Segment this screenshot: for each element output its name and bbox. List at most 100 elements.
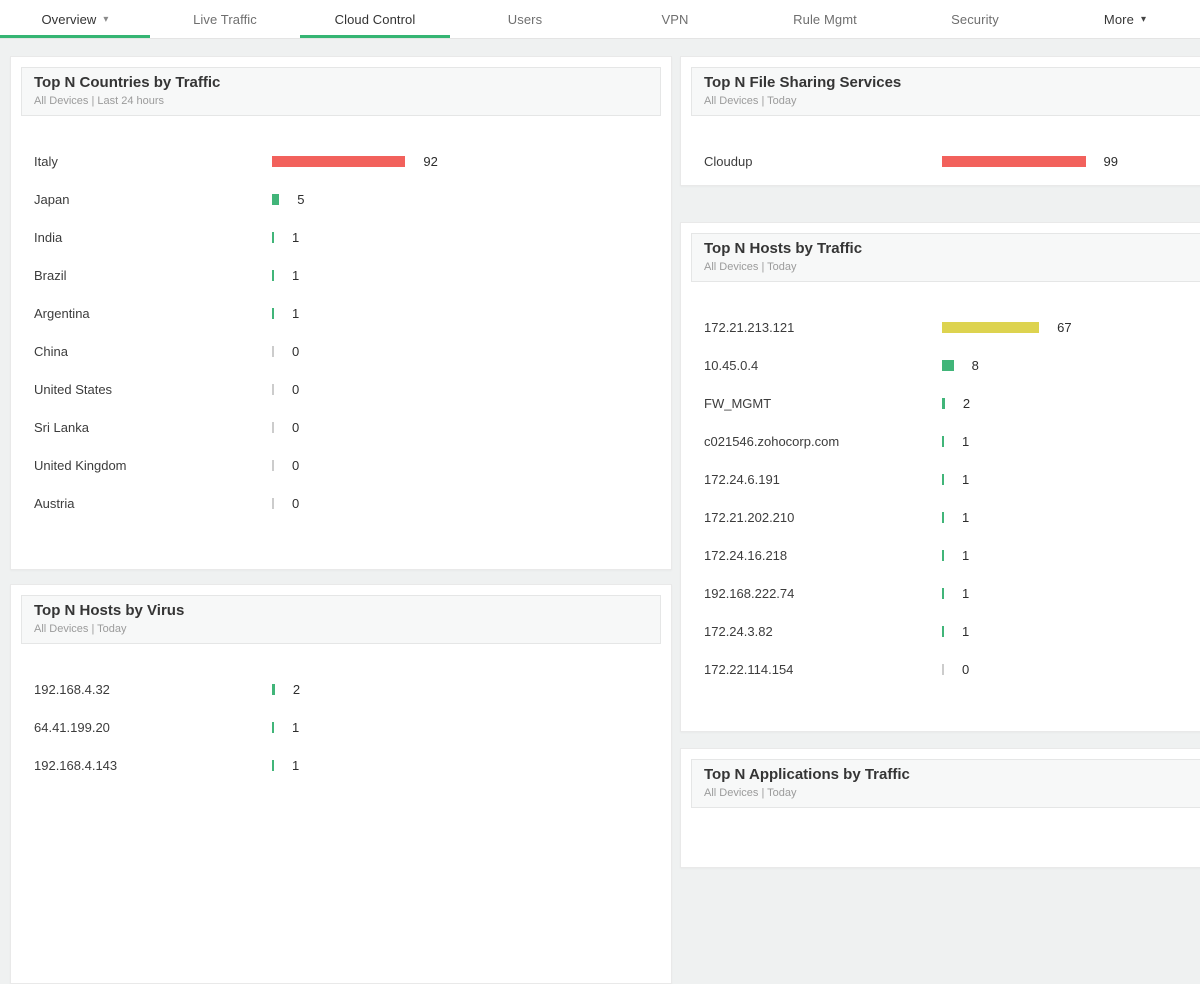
card-title: Top N Countries by Traffic bbox=[34, 74, 221, 91]
row-label: Italy bbox=[34, 153, 58, 169]
chart-row[interactable]: 64.41.199.20 1 bbox=[11, 708, 671, 746]
row-value: 5 bbox=[297, 191, 305, 207]
host-traffic-bar-list: 172.21.213.121 67 10.45.0.4 8 FW_MGMT 2 bbox=[681, 292, 1200, 688]
nav-tab-label: Security bbox=[951, 11, 999, 27]
card-subtitle: All Devices | Today bbox=[704, 261, 797, 273]
chart-row[interactable]: c021546.zohocorp.com 1 bbox=[681, 422, 1200, 460]
bar[interactable] bbox=[272, 155, 406, 167]
chart-row[interactable]: Austria 0 bbox=[11, 484, 671, 522]
row-value: 1 bbox=[962, 433, 970, 449]
chart-row[interactable]: 192.168.4.32 2 bbox=[11, 670, 671, 708]
chart-row[interactable]: United States 0 bbox=[11, 370, 671, 408]
bar[interactable] bbox=[942, 511, 944, 523]
chart-row[interactable]: United Kingdom 0 bbox=[11, 446, 671, 484]
bar[interactable] bbox=[272, 683, 275, 695]
row-value: 1 bbox=[292, 229, 300, 245]
top-navigation: Overview ▾ Live Traffic Cloud Control Us… bbox=[0, 0, 1200, 39]
bar[interactable] bbox=[272, 383, 274, 395]
chart-row[interactable]: Brazil 1 bbox=[11, 256, 671, 294]
bar[interactable] bbox=[942, 321, 1040, 333]
card-top-hosts-by-traffic: Top N Hosts by Traffic All Devices | Tod… bbox=[680, 222, 1200, 732]
row-label: China bbox=[34, 343, 68, 359]
bar[interactable] bbox=[942, 625, 944, 637]
row-label: 10.45.0.4 bbox=[704, 357, 759, 373]
chart-row[interactable]: Argentina 1 bbox=[11, 294, 671, 332]
bar[interactable] bbox=[942, 155, 1086, 167]
row-value: 0 bbox=[292, 457, 300, 473]
chart-row[interactable]: Japan 5 bbox=[11, 180, 671, 218]
row-value: 1 bbox=[962, 547, 970, 563]
file-sharing-bar-list: Cloudup 99 Offcloud 0 bbox=[681, 126, 1200, 185]
card-header: Top N File Sharing Services All Devices … bbox=[691, 67, 1200, 116]
chart-row[interactable]: 172.24.16.218 1 bbox=[681, 536, 1200, 574]
bar[interactable] bbox=[272, 497, 274, 509]
row-label: 172.22.114.154 bbox=[704, 661, 794, 677]
chart-row[interactable]: 172.21.202.210 1 bbox=[681, 498, 1200, 536]
bar[interactable] bbox=[272, 721, 274, 733]
bar[interactable] bbox=[942, 397, 945, 409]
row-value: 1 bbox=[962, 623, 970, 639]
nav-tab[interactable]: Overview ▾ bbox=[0, 0, 150, 38]
bar[interactable] bbox=[272, 459, 274, 471]
chart-row[interactable]: 172.22.114.154 0 bbox=[681, 650, 1200, 688]
bar[interactable] bbox=[942, 435, 944, 447]
row-label: Austria bbox=[34, 495, 75, 511]
row-label: Japan bbox=[34, 191, 70, 207]
card-subtitle: All Devices | Today bbox=[34, 623, 127, 635]
bar[interactable] bbox=[272, 759, 274, 771]
nav-tab[interactable]: Security bbox=[900, 0, 1050, 38]
chart-row[interactable]: 172.24.6.191 1 bbox=[681, 460, 1200, 498]
row-value: 1 bbox=[292, 757, 300, 773]
chart-row[interactable]: 10.45.0.4 8 bbox=[681, 346, 1200, 384]
chart-row[interactable]: 172.21.213.121 67 bbox=[681, 308, 1200, 346]
row-value: 92 bbox=[423, 153, 438, 169]
row-label: 192.168.4.143 bbox=[34, 757, 118, 773]
chart-row[interactable]: FW_MGMT 2 bbox=[681, 384, 1200, 422]
bar[interactable] bbox=[272, 269, 274, 281]
card-top-countries-by-traffic: Top N Countries by Traffic All Devices |… bbox=[10, 56, 672, 570]
nav-tab[interactable]: More ▾ bbox=[1050, 0, 1200, 38]
row-label: Cloudup bbox=[704, 153, 753, 169]
chart-row[interactable]: Sri Lanka 0 bbox=[11, 408, 671, 446]
row-value: 1 bbox=[292, 305, 300, 321]
bar[interactable] bbox=[942, 663, 944, 675]
bar[interactable] bbox=[272, 193, 280, 205]
chevron-down-icon: ▾ bbox=[1140, 13, 1147, 25]
bar[interactable] bbox=[272, 307, 274, 319]
row-label: 172.24.16.218 bbox=[704, 547, 788, 563]
card-top-applications-by-traffic: Top N Applications by Traffic All Device… bbox=[680, 748, 1200, 868]
chart-row[interactable]: Cloudup 99 bbox=[681, 142, 1200, 180]
row-label: 64.41.199.20 bbox=[34, 719, 110, 735]
card-header: Top N Hosts by Traffic All Devices | Tod… bbox=[691, 233, 1200, 282]
chart-row[interactable]: China 0 bbox=[11, 332, 671, 370]
bar[interactable] bbox=[272, 421, 274, 433]
nav-tab[interactable]: VPN bbox=[600, 0, 750, 38]
nav-tab[interactable]: Cloud Control bbox=[300, 0, 450, 38]
nav-tab[interactable]: Rule Mgmt bbox=[750, 0, 900, 38]
bar[interactable] bbox=[942, 587, 944, 599]
chart-row[interactable]: India 1 bbox=[11, 218, 671, 256]
chart-row[interactable]: Italy 92 bbox=[11, 142, 671, 180]
bar[interactable] bbox=[942, 549, 944, 561]
bar[interactable] bbox=[942, 473, 944, 485]
nav-tab[interactable]: Users bbox=[450, 0, 600, 38]
bar[interactable] bbox=[272, 231, 274, 243]
country-bar-list: Italy 92 Japan 5 India 1 Brazil 1 Argent… bbox=[11, 126, 671, 522]
bar[interactable] bbox=[272, 345, 274, 357]
nav-tab[interactable]: Live Traffic bbox=[150, 0, 300, 38]
row-value: 1 bbox=[292, 719, 300, 735]
nav-tab-label: Cloud Control bbox=[334, 11, 416, 27]
chart-row[interactable]: 192.168.222.74 1 bbox=[681, 574, 1200, 612]
row-value: 0 bbox=[292, 381, 300, 397]
card-header: Top N Countries by Traffic All Devices |… bbox=[21, 67, 661, 116]
nav-tab-label: Overview bbox=[41, 11, 97, 27]
row-label: 172.24.3.82 bbox=[704, 623, 773, 639]
chart-row[interactable]: Offcloud 0 bbox=[681, 180, 1200, 185]
card-top-hosts-by-virus: Top N Hosts by Virus All Devices | Today… bbox=[10, 584, 672, 984]
left-column: Top N Countries by Traffic All Devices |… bbox=[10, 56, 672, 984]
card-header: Top N Hosts by Virus All Devices | Today bbox=[21, 595, 661, 644]
row-label: Sri Lanka bbox=[34, 419, 89, 435]
chart-row[interactable]: 192.168.4.143 1 bbox=[11, 746, 671, 784]
bar[interactable] bbox=[942, 359, 954, 371]
chart-row[interactable]: 172.24.3.82 1 bbox=[681, 612, 1200, 650]
